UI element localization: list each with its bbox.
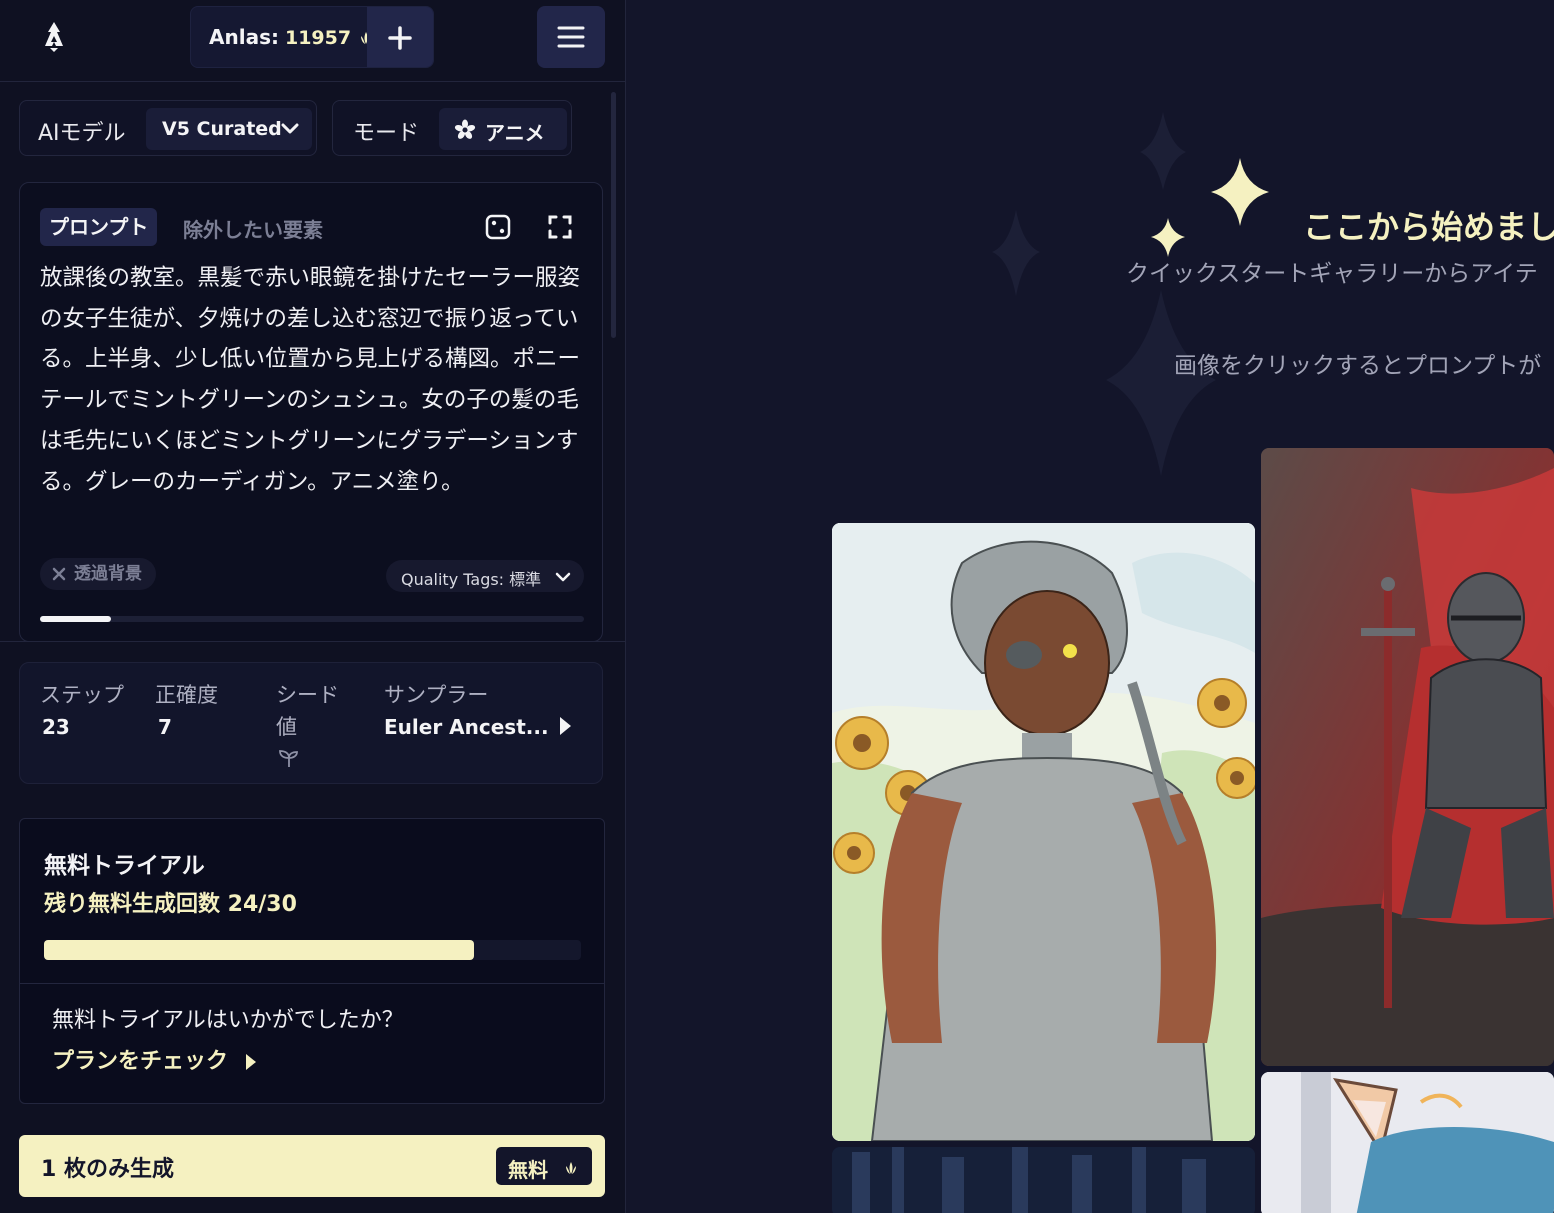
transparent-background-toggle[interactable]: 透過背景: [40, 558, 156, 590]
model-dropdown[interactable]: V5 Curated: [146, 108, 312, 150]
quality-tags-dropdown[interactable]: Quality Tags: 標準: [386, 560, 584, 592]
guidance-label: 正確度: [155, 683, 218, 707]
expand-icon[interactable]: [546, 213, 574, 241]
generate-label: 1 枚のみ生成: [41, 1157, 174, 1182]
prompt-panel: プロンプト 除外したい要素 放課後の教室。黒髪で赤い眼鏡を掛けたセーラー服姿の女…: [19, 182, 603, 642]
trial-title: 無料トライアル: [44, 853, 205, 879]
close-icon: [52, 567, 66, 581]
top-bar: Anlas: 11957: [0, 0, 625, 82]
play-arrow-icon: [245, 1054, 256, 1070]
sidebar-scrollbar[interactable]: [611, 92, 616, 338]
gallery-image[interactable]: [1261, 448, 1554, 1066]
anlas-balance: Anlas: 11957: [190, 6, 434, 68]
main-area: ここから始めまし クイックスタートギャラリーからアイテ 画像をクリックするとプロ…: [626, 0, 1554, 1213]
anlas-icon: [566, 1162, 576, 1174]
cost-badge-label: 無料: [508, 1158, 548, 1182]
trial-progress-fill: [44, 940, 474, 960]
quality-tags-label: Quality Tags: 標準: [401, 570, 542, 589]
check-plans-label: プランをチェック: [52, 1049, 229, 1074]
trial-remaining: 残り無料生成回数 24/30: [44, 892, 297, 917]
chevron-down-icon: [555, 572, 571, 582]
divider: [0, 641, 625, 642]
check-plans-link[interactable]: プランをチェック: [52, 1043, 258, 1075]
divider: [20, 983, 604, 984]
generate-button[interactable]: 1 枚のみ生成 無料: [19, 1135, 605, 1197]
token-progress-fill: [40, 616, 111, 622]
sampler-value: Euler Ancest...: [384, 715, 549, 739]
model-label: AIモデル: [38, 121, 126, 146]
tab-prompt[interactable]: プロンプト: [40, 208, 158, 246]
model-value: V5 Curated: [162, 118, 282, 140]
buy-anlas-button[interactable]: [367, 7, 433, 67]
gallery-image[interactable]: [832, 1147, 1255, 1213]
model-selector-group: AIモデル V5 Curated: [19, 100, 317, 156]
tab-negative-prompt[interactable]: 除外したい要素: [183, 214, 323, 243]
sampler-label: サンプラー: [384, 683, 489, 707]
mode-label: モード: [353, 121, 420, 146]
guidance-value: 7: [158, 715, 172, 739]
hero-title: ここから始めまし: [1303, 208, 1554, 246]
cost-badge: 無料: [496, 1147, 592, 1185]
hero-subtitle: クイックスタートギャラリーからアイテ: [1126, 261, 1538, 287]
generation-params-panel[interactable]: ステップ 23 正確度 7 シード値 サンプラー Euler Ancest...: [19, 662, 603, 784]
token-progress-bar: [40, 616, 584, 622]
trial-question: 無料トライアルはいかがでしたか？: [52, 1008, 404, 1033]
steps-label: ステップ: [40, 683, 124, 707]
hero-hint: 画像をクリックするとプロンプトが: [1174, 353, 1542, 379]
gallery-image[interactable]: [1261, 1072, 1554, 1213]
mode-selector-group: モード アニメ: [332, 100, 572, 156]
plus-icon: [388, 26, 412, 50]
free-trial-panel: 無料トライアル 残り無料生成回数 24/30 無料トライアルはいかがでしたか？ …: [19, 818, 605, 1104]
anlas-value: 11957: [284, 27, 352, 49]
play-arrow-icon[interactable]: [557, 715, 573, 737]
menu-button[interactable]: [537, 6, 605, 68]
prompt-textarea[interactable]: 放課後の教室。黒髪で赤い眼鏡を掛けたセーラー服姿の女子生徒が、夕焼けの差し込む窓…: [40, 258, 584, 502]
logo-icon[interactable]: [38, 20, 70, 54]
transparent-background-label: 透過背景: [74, 564, 142, 584]
chevron-down-icon: [281, 123, 299, 134]
flower-icon: [454, 119, 476, 139]
anlas-label: Anlas:: [209, 25, 279, 49]
seed-label: シード値: [276, 683, 339, 739]
trial-progress-bar: [44, 940, 581, 960]
mode-dropdown[interactable]: アニメ: [439, 108, 567, 150]
steps-value: 23: [42, 715, 70, 739]
sidebar: Anlas: 11957 AIモデル V5 Curated モード アニメ プロ…: [0, 0, 626, 1213]
dice-icon[interactable]: [484, 213, 512, 241]
seedling-icon: [279, 750, 298, 767]
gallery-image[interactable]: [832, 523, 1255, 1141]
menu-icon: [557, 26, 585, 48]
mode-value: アニメ: [485, 121, 545, 145]
